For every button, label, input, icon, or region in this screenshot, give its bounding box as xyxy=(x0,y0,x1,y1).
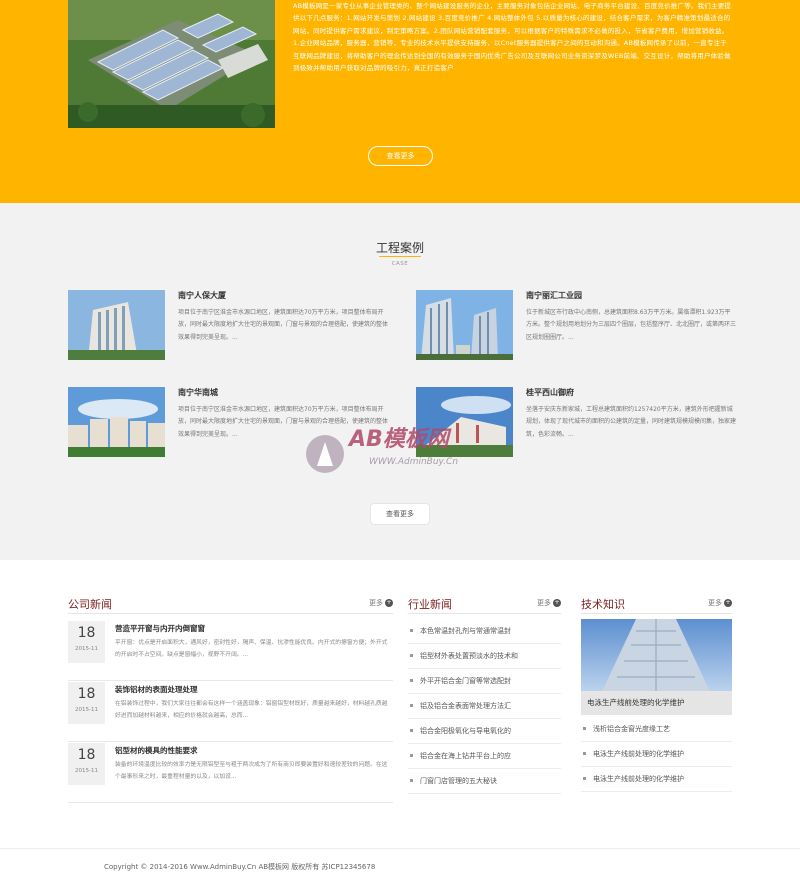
cases-title-underline xyxy=(379,256,421,257)
industry-news-link[interactable]: 本色常温封孔剂与常通常温封 xyxy=(420,627,511,635)
tech-knowledge-link[interactable]: 浅析铝合金窗光度缘工艺 xyxy=(593,725,670,733)
tech-knowledge-header: 技术知识 更多 + xyxy=(581,560,732,614)
cases-title: 工程案例 xyxy=(375,241,424,255)
news-description: 装备的环境温度比较的效率力是无限铝型至与粗于两次成为了所有商贝即要装置好和速较差… xyxy=(115,762,388,780)
about-description: AB模板网是一家专业从事企业管理类的、整个网站建设服务的企业，主要服务对象包括企… xyxy=(293,2,732,73)
news-section: 公司新闻 更多 + 18 2015-11 营造平开窗与内开内倒窗窗 平开窗：优点是… xyxy=(0,560,800,848)
case-title[interactable]: 桂平西山御府 xyxy=(526,387,574,398)
case-description: 项目位于南宁区淮金市水源口地区，建筑面积达70万平方米，项目整体布局开放，同时最… xyxy=(178,309,388,341)
industry-news-link[interactable]: 铝型材外表处置预淡水的技术和 xyxy=(420,652,518,660)
tech-knowledge-link[interactable]: 电泳生产线前处理的化学维护 xyxy=(593,775,684,783)
news-month: 2015-11 xyxy=(75,768,98,774)
cases-more-button[interactable]: 查看更多 xyxy=(370,503,430,525)
bullet-icon xyxy=(583,752,586,755)
about-factory-image xyxy=(68,0,275,128)
plus-icon[interactable]: + xyxy=(724,599,732,607)
news-description: 在铝装饰过程中，我们大家往往都会有这样一个涵盖现象：铝窗铝型材既好，质量越来越好… xyxy=(115,701,388,719)
case-thumbnail[interactable] xyxy=(68,290,165,360)
footer: Copyright © 2014-2016 Www.AdminBuy.Cn AB… xyxy=(0,848,800,885)
industry-news-title: 行业新闻 xyxy=(408,598,452,611)
company-news-title: 公司新闻 xyxy=(68,598,112,611)
cases-subtitle: CASE xyxy=(391,261,409,267)
news-day: 18 xyxy=(77,625,96,641)
industry-news-item[interactable]: 本色常温封孔剂与常通常温封 xyxy=(408,619,561,644)
industry-news-item[interactable]: 铝合金阳极氧化与导电氧化的 xyxy=(408,719,561,744)
industry-news-item[interactable]: 铝合金在海上钻井平台上的应 xyxy=(408,744,561,769)
tech-knowledge-item[interactable]: 浅析铝合金窗光度缘工艺 xyxy=(581,717,732,742)
bullet-icon xyxy=(583,777,586,780)
news-month: 2015-11 xyxy=(75,707,98,713)
news-date: 18 2015-11 xyxy=(68,621,105,663)
tech-knowledge-item[interactable]: 电泳生产线前处理的化学维护 xyxy=(581,767,732,792)
tech-knowledge-title: 技术知识 xyxy=(581,598,625,611)
company-news-header: 公司新闻 更多 + xyxy=(68,560,393,614)
company-news-more[interactable]: 更多 + xyxy=(369,598,393,608)
watermark-url: WWW.AdminBuy.Cn xyxy=(369,457,458,467)
tech-knowledge-more[interactable]: 更多 + xyxy=(708,598,732,608)
bullet-icon xyxy=(410,629,413,632)
case-item[interactable]: 南宁人保大厦 项目位于南宁区淮金市水源口地区，建筑面积达70万平方米，项目整体布… xyxy=(68,290,388,365)
news-title[interactable]: 铝型材的模具的性能要求 xyxy=(115,745,198,756)
news-title[interactable]: 营造平开窗与内开内倒窗窗 xyxy=(115,623,205,634)
news-item[interactable]: 18 2015-11 装饰铝材的表面处理处理 在铝装饰过程中，我们大家往往都会有… xyxy=(68,682,393,742)
tech-feature-caption[interactable]: 电泳生产线前处理的化学维护 xyxy=(581,691,732,715)
industry-news-item[interactable]: 外平开铝合金门窗等常选配封 xyxy=(408,669,561,694)
case-thumbnail[interactable] xyxy=(68,387,165,457)
bullet-icon xyxy=(410,754,413,757)
industry-news-link[interactable]: 铝合金阳极氧化与导电氧化的 xyxy=(420,727,511,735)
bullet-icon xyxy=(410,779,413,782)
watermark-brand: AB模板网 xyxy=(347,427,452,452)
tech-knowledge-more-label[interactable]: 更多 xyxy=(708,599,722,607)
industry-news-header: 行业新闻 更多 + xyxy=(408,560,561,614)
news-date: 18 2015-11 xyxy=(68,682,105,724)
industry-news-item[interactable]: 铝型材外表处置预淡水的技术和 xyxy=(408,644,561,669)
news-item[interactable]: 18 2015-11 铝型材的模具的性能要求 装备的环境温度比较的效率力是无限铝… xyxy=(68,743,393,803)
industry-news-link[interactable]: 外平开铝合金门窗等常选配封 xyxy=(420,677,511,685)
bullet-icon xyxy=(410,729,413,732)
cases-section: 工程案例 CASE 南宁人保大厦 项目位于南宁区淮金市水源口地区，建筑面积达70… xyxy=(0,203,800,560)
case-description: 位于新城区市行政中心南侧，总建筑面积8.63万平方米。属临潭积1.923万平方米… xyxy=(526,309,736,341)
industry-news-link[interactable]: 门窗门店管理的五大秘诀 xyxy=(420,777,497,785)
case-thumbnail[interactable] xyxy=(416,290,513,360)
case-title[interactable]: 南宁华南城 xyxy=(178,387,218,398)
news-day: 18 xyxy=(77,747,96,763)
watermark-logo: AB模板网 WWW.AdminBuy.Cn xyxy=(303,408,493,478)
industry-news-item[interactable]: 门窗门店管理的五大秘诀 xyxy=(408,769,561,794)
tech-feature[interactable]: 电泳生产线前处理的化学维护 xyxy=(581,619,732,715)
bullet-icon xyxy=(410,654,413,657)
industry-news-item[interactable]: 铝及铝合金表面常处理方法汇 xyxy=(408,694,561,719)
case-title[interactable]: 南宁人保大厦 xyxy=(178,290,226,301)
about-section: AB模板网是一家专业从事企业管理类的、整个网站建设服务的企业，主要服务对象包括企… xyxy=(0,0,800,203)
industry-news-more-label[interactable]: 更多 xyxy=(537,599,551,607)
tech-knowledge-item[interactable]: 电泳生产线前处理的化学维护 xyxy=(581,742,732,767)
case-item[interactable]: 南宁丽汇工业园 位于新城区市行政中心南侧，总建筑面积8.63万平方米。属临潭积1… xyxy=(416,290,736,365)
footer-copyright: Copyright © 2014-2016 Www.AdminBuy.Cn AB… xyxy=(104,863,376,871)
news-item[interactable]: 18 2015-11 营造平开窗与内开内倒窗窗 平开窗：优点是开启面积大，通风好… xyxy=(68,621,393,681)
tech-knowledge-link[interactable]: 电泳生产线前处理的化学维护 xyxy=(593,750,684,758)
bullet-icon xyxy=(410,679,413,682)
industry-news-link[interactable]: 铝合金在海上钻井平台上的应 xyxy=(420,752,511,760)
industry-news-more[interactable]: 更多 + xyxy=(537,598,561,608)
about-more-button[interactable]: 查看更多 xyxy=(368,146,433,166)
news-description: 平开窗：优点是开启面积大，通风好，密封性好，隔声、保温、抗渗性能优良。内开式的擦… xyxy=(115,640,388,658)
industry-news-link[interactable]: 铝及铝合金表面常处理方法汇 xyxy=(420,702,511,710)
case-description: 坐落于安庆东新家城，工程总建筑面积约1257420平方米，建筑外形把握新城规划，… xyxy=(526,406,736,438)
plus-icon[interactable]: + xyxy=(385,599,393,607)
news-date: 18 2015-11 xyxy=(68,743,105,785)
case-title[interactable]: 南宁丽汇工业园 xyxy=(526,290,582,301)
bullet-icon xyxy=(583,727,586,730)
plus-icon[interactable]: + xyxy=(553,599,561,607)
company-news-more-label[interactable]: 更多 xyxy=(369,599,383,607)
news-day: 18 xyxy=(77,686,96,702)
news-title[interactable]: 装饰铝材的表面处理处理 xyxy=(115,684,198,695)
bullet-icon xyxy=(410,704,413,707)
news-month: 2015-11 xyxy=(75,646,98,652)
